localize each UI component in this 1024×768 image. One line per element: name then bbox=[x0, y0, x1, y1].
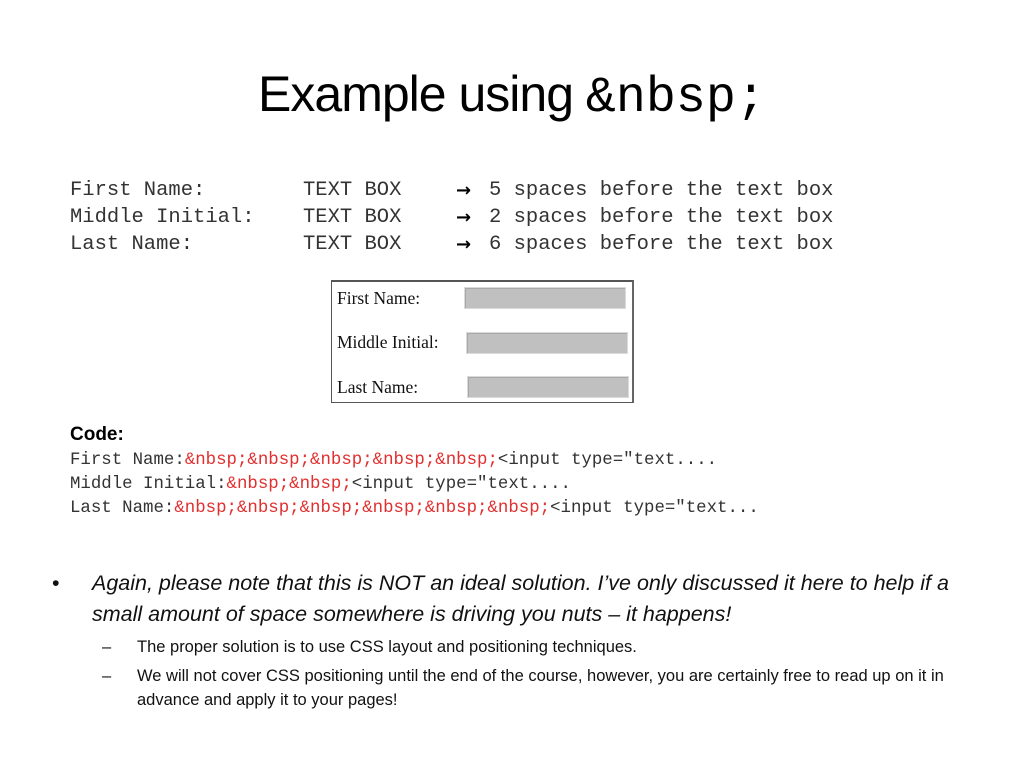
code-entities: &nbsp;&nbsp;&nbsp;&nbsp;&nbsp; bbox=[184, 451, 498, 470]
spec-row-first-name: First Name: TEXT BOX → 5 spaces before t… bbox=[70, 177, 833, 204]
dash-icon: – bbox=[102, 667, 112, 685]
code-prefix: First Name: bbox=[70, 451, 185, 470]
spec-row-last-name: Last Name: TEXT BOX → 6 spaces before th… bbox=[70, 231, 833, 258]
note-text: Again, please note that this is NOT an i… bbox=[92, 571, 949, 626]
code-suffix: <input type="text... bbox=[550, 499, 759, 518]
form-label-last-name: Last Name: bbox=[337, 377, 419, 397]
code-prefix: Last Name: bbox=[70, 499, 175, 518]
sub-bullet-text: The proper solution is to use CSS layout… bbox=[137, 638, 637, 656]
middle-initial-input[interactable] bbox=[466, 332, 628, 354]
spec-description: 2 spaces before the text box bbox=[489, 206, 834, 229]
spec-description: 5 spaces before the text box bbox=[489, 179, 834, 202]
last-name-input[interactable] bbox=[467, 376, 629, 398]
bullet-icon: • bbox=[52, 571, 60, 595]
slide-title-text: Example using bbox=[258, 66, 586, 122]
spec-label: Middle Initial: bbox=[70, 206, 255, 229]
spec-label: First Name: bbox=[70, 179, 206, 202]
sub-bullet-text: We will not cover CSS positioning until … bbox=[137, 667, 944, 709]
slide-title: Example using &nbsp; bbox=[0, 58, 1024, 135]
slide-title-code: &nbsp; bbox=[585, 70, 766, 127]
code-prefix: Middle Initial: bbox=[70, 475, 227, 494]
arrow-right-icon: → bbox=[456, 234, 472, 255]
code-heading: Code: bbox=[70, 424, 124, 445]
spec-description: 6 spaces before the text box bbox=[489, 233, 834, 256]
code-line-last-name: Last Name:&nbsp;&nbsp;&nbsp;&nbsp;&nbsp;… bbox=[70, 497, 759, 521]
spec-row-middle-initial: Middle Initial: TEXT BOX → 2 spaces befo… bbox=[70, 204, 833, 231]
dash-icon: – bbox=[102, 638, 112, 656]
spec-label: Last Name: bbox=[70, 233, 194, 256]
form-label-middle-initial: Middle Initial: bbox=[337, 332, 439, 352]
code-entities: &nbsp;&nbsp; bbox=[226, 475, 352, 494]
form-demo-screenshot: First Name: Middle Initial: Last Name: bbox=[331, 280, 634, 403]
form-label-first-name: First Name: bbox=[337, 288, 421, 308]
code-suffix: <input type="text.... bbox=[351, 475, 571, 494]
spec-textbox-placeholder: TEXT BOX bbox=[303, 206, 402, 229]
first-name-input[interactable] bbox=[464, 287, 626, 309]
arrow-right-icon: → bbox=[456, 207, 472, 228]
spec-textbox-placeholder: TEXT BOX bbox=[303, 233, 402, 256]
spec-textbox-placeholder: TEXT BOX bbox=[303, 179, 402, 202]
code-suffix: <input type="text.... bbox=[497, 451, 718, 470]
code-entities: &nbsp;&nbsp;&nbsp;&nbsp;&nbsp;&nbsp; bbox=[174, 499, 551, 518]
arrow-right-icon: → bbox=[456, 180, 472, 201]
code-line-middle-initial: Middle Initial:&nbsp;&nbsp;<input type="… bbox=[70, 473, 571, 497]
code-line-first-name: First Name:&nbsp;&nbsp;&nbsp;&nbsp;&nbsp… bbox=[70, 449, 717, 473]
